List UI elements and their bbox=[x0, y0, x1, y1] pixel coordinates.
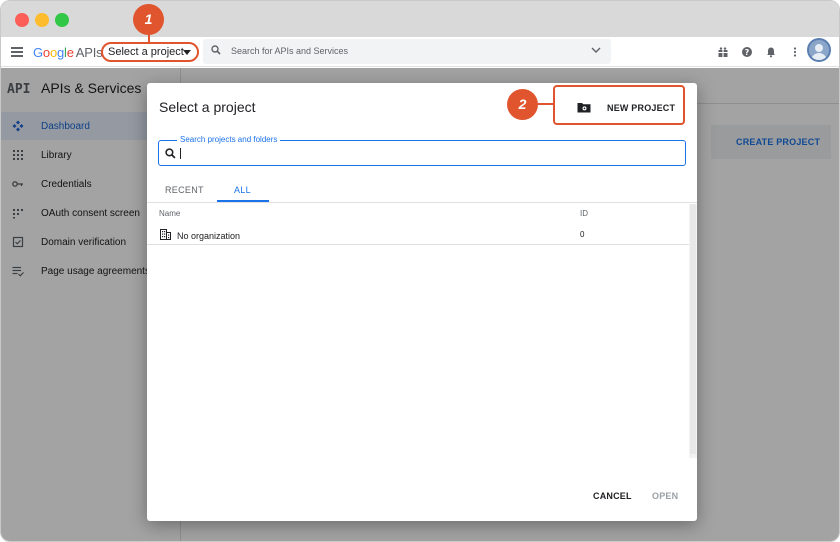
search-icon bbox=[165, 148, 176, 159]
browser-window: Google APIs Select a project Search for A… bbox=[0, 0, 840, 542]
new-project-button[interactable]: NEW PROJECT bbox=[553, 85, 685, 125]
svg-text:?: ? bbox=[745, 48, 750, 57]
project-select-label: Select a project bbox=[108, 46, 184, 58]
new-folder-icon bbox=[577, 103, 591, 113]
active-tab-indicator bbox=[217, 200, 269, 202]
menu-icon[interactable] bbox=[11, 47, 23, 57]
project-tabs: RECENT ALL bbox=[147, 179, 697, 203]
caret-down-icon bbox=[183, 50, 191, 55]
open-button[interactable]: OPEN bbox=[652, 491, 678, 501]
close-window-button[interactable] bbox=[15, 13, 29, 27]
callout-step-1: 1 bbox=[133, 4, 164, 35]
help-icon[interactable]: ? bbox=[741, 46, 753, 58]
account-avatar[interactable] bbox=[807, 38, 831, 62]
new-project-label: NEW PROJECT bbox=[607, 103, 676, 113]
tab-all[interactable]: ALL bbox=[234, 185, 251, 195]
window-titlebar bbox=[1, 1, 839, 37]
row-id: 0 bbox=[580, 230, 585, 239]
callout-step-2: 2 bbox=[507, 89, 538, 120]
scrollbar-thumb[interactable] bbox=[690, 204, 696, 454]
maximize-window-button[interactable] bbox=[55, 13, 69, 27]
minimize-window-button[interactable] bbox=[35, 13, 49, 27]
tab-recent[interactable]: RECENT bbox=[165, 185, 204, 195]
more-vert-icon[interactable] bbox=[789, 46, 801, 58]
search-input[interactable]: Search for APIs and Services bbox=[203, 39, 611, 64]
bell-icon[interactable] bbox=[765, 46, 777, 58]
callout-1-connector bbox=[148, 34, 150, 43]
table-header: Name ID bbox=[147, 204, 689, 224]
google-apis-logo[interactable]: Google APIs bbox=[33, 45, 103, 60]
gift-icon[interactable] bbox=[717, 46, 729, 58]
column-id: ID bbox=[580, 209, 588, 218]
top-app-bar: Google APIs Select a project Search for A… bbox=[1, 37, 839, 67]
chevron-down-icon[interactable] bbox=[591, 46, 601, 54]
search-projects-input[interactable]: Search projects and folders bbox=[158, 135, 686, 166]
text-cursor bbox=[180, 148, 181, 159]
row-name: No organization bbox=[177, 231, 241, 241]
search-projects-label: Search projects and folders bbox=[177, 135, 281, 144]
dialog-title: Select a project bbox=[159, 99, 256, 115]
search-placeholder: Search for APIs and Services bbox=[231, 46, 349, 56]
select-project-dialog: Select a project NEW PROJECT Search proj… bbox=[147, 83, 697, 521]
cancel-button[interactable]: CANCEL bbox=[593, 491, 632, 501]
organization-icon bbox=[160, 229, 171, 240]
project-select-dropdown[interactable]: Select a project bbox=[101, 42, 199, 62]
search-icon bbox=[211, 45, 221, 55]
table-row[interactable]: No organization 0 bbox=[147, 225, 689, 245]
column-name: Name bbox=[159, 209, 181, 218]
callout-2-connector bbox=[538, 103, 555, 105]
